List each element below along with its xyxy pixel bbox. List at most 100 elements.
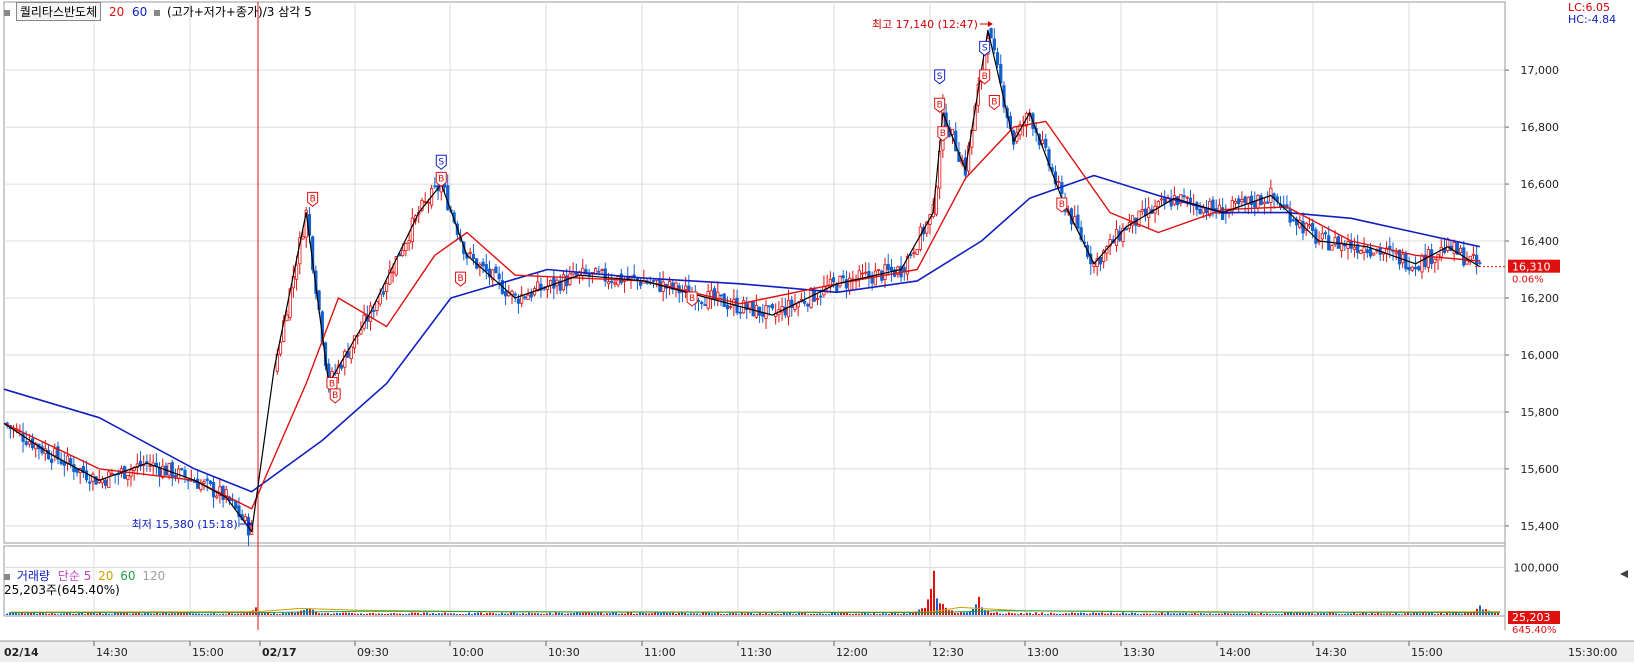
- volume-bar: [270, 613, 272, 615]
- volume-bar: [741, 612, 743, 615]
- volume-bar: [897, 613, 899, 615]
- time-tick-label: 12:30: [932, 646, 964, 659]
- volume-bar: [1113, 613, 1115, 615]
- candle-body: [69, 458, 73, 465]
- volume-bar: [690, 613, 692, 615]
- volume-bar: [1257, 614, 1259, 615]
- candle-body: [1243, 196, 1247, 204]
- volume-bar: [222, 613, 224, 615]
- volume-bar: [255, 607, 257, 615]
- volume-bar: [1143, 613, 1145, 615]
- volume-bar: [1269, 614, 1271, 615]
- volume-bar: [1212, 614, 1214, 615]
- volume-bar: [339, 613, 341, 615]
- volume-bar: [885, 613, 887, 615]
- candle-body: [104, 479, 108, 486]
- volume-bar: [828, 614, 830, 615]
- volume-bar: [321, 613, 323, 615]
- volume-bar: [855, 613, 857, 615]
- volume-bar: [552, 614, 554, 615]
- volume-bar: [1380, 613, 1382, 615]
- volume-bar: [543, 614, 545, 615]
- volume-bar: [234, 613, 236, 615]
- candle-body: [423, 201, 427, 203]
- candle-body: [215, 495, 219, 499]
- volume-bar: [162, 612, 164, 615]
- volume-bar: [765, 613, 767, 615]
- volume-bar: [504, 613, 506, 615]
- candle-body: [1471, 253, 1476, 256]
- stock-name-box[interactable]: 퀄리타스반도체: [15, 2, 102, 21]
- volume-bar: [36, 613, 38, 615]
- candle-body: [1198, 208, 1202, 215]
- volume-bar: [522, 613, 524, 615]
- volume-bar: [636, 613, 638, 615]
- volume-bar: [1260, 612, 1262, 615]
- volume-bar: [1437, 613, 1439, 615]
- volume-bar: [954, 612, 956, 615]
- volume-bar: [687, 613, 689, 615]
- candle-body: [1359, 250, 1363, 254]
- volume-bar: [582, 612, 584, 615]
- volume-bar: [972, 608, 974, 615]
- volume-bar: [441, 613, 443, 615]
- volume-bar: [501, 612, 503, 615]
- volume-bar: [498, 613, 500, 615]
- volume-bar: [1020, 612, 1022, 615]
- volume-bar: [81, 612, 83, 615]
- volume-bar: [342, 612, 344, 615]
- volume-bar: [378, 613, 380, 615]
- volume-bar: [1284, 612, 1286, 615]
- volume-bar: [813, 613, 815, 615]
- volume-bar: [12, 613, 14, 615]
- signal-label: B: [982, 72, 988, 82]
- chart-header: 퀄리타스반도체 20 60 (고가+저가+종가)/3 삼각 5: [4, 2, 312, 21]
- candle-body: [1368, 248, 1373, 257]
- volume-bar: [1449, 613, 1451, 615]
- volume-bar: [1026, 612, 1028, 615]
- volume-bar: [732, 612, 734, 615]
- volume-bar: [1374, 613, 1376, 615]
- volume-bar: [822, 613, 824, 615]
- candle-body: [497, 273, 501, 280]
- volume-bar: [729, 613, 731, 615]
- candle-body: [1288, 208, 1292, 223]
- volume-bar: [1467, 612, 1469, 615]
- candle-body: [848, 277, 852, 292]
- candle-body: [84, 470, 89, 481]
- volume-bar: [1281, 613, 1283, 615]
- volume-bar: [300, 610, 302, 615]
- volume-bar: [1032, 614, 1034, 615]
- volume-bar: [243, 613, 245, 615]
- volume-bar: [174, 613, 176, 615]
- volume-bar: [1110, 612, 1112, 615]
- volume-bar: [621, 613, 623, 615]
- volume-bar: [366, 613, 368, 615]
- volume-bar: [714, 613, 716, 615]
- candle-body: [770, 304, 775, 309]
- candle-body: [1156, 201, 1160, 208]
- volume-bar: [561, 612, 563, 615]
- candle-body: [889, 266, 894, 272]
- volume-bar: [1347, 613, 1349, 615]
- time-tick-label: 14:00: [1219, 646, 1251, 659]
- volume-bar: [1092, 612, 1094, 615]
- candle-body: [446, 185, 450, 211]
- volume-bar: [1248, 612, 1250, 615]
- volume-bar: [102, 613, 104, 615]
- candle-body: [107, 471, 111, 488]
- volume-bar: [351, 612, 353, 615]
- candle-body: [24, 441, 28, 445]
- candle-body: [126, 475, 130, 480]
- candle-body: [27, 441, 32, 445]
- volume-info: 25,203주(645.40%): [4, 583, 120, 597]
- volume-bar: [1266, 613, 1268, 615]
- volume-bar: [1422, 612, 1424, 615]
- volume-bar: [1086, 613, 1088, 615]
- volume-bar: [1224, 612, 1226, 615]
- candle-body: [53, 448, 57, 457]
- volume-bar: [204, 614, 206, 615]
- volume-bar: [723, 614, 725, 615]
- volume-bar: [429, 613, 431, 615]
- candle-body: [170, 462, 174, 479]
